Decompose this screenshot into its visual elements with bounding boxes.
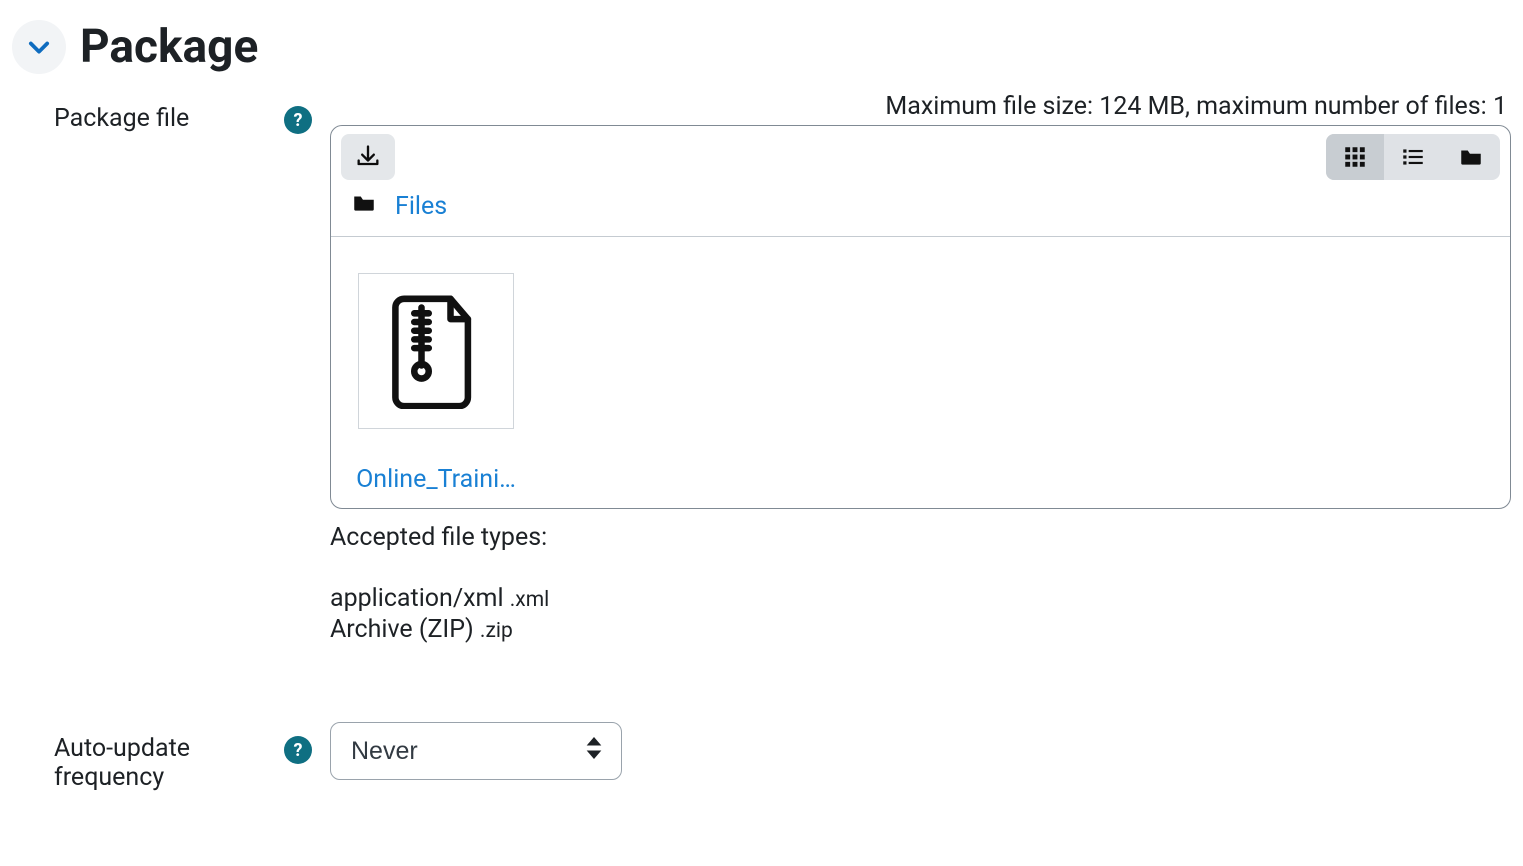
accepted-type-row: application/xml .xml xyxy=(330,584,1511,613)
auto-update-row: Auto-update frequency ? Never xyxy=(0,714,1523,800)
auto-update-label-col: Auto-update frequency ? xyxy=(12,722,330,792)
grid-icon xyxy=(1342,144,1368,170)
package-file-label-col: Package file ? xyxy=(12,92,330,134)
file-area: Online_Traini… xyxy=(331,237,1510,508)
auto-update-field: Never xyxy=(330,722,1511,780)
accepted-type-label: Archive (ZIP) xyxy=(330,615,474,644)
file-thumbnail xyxy=(358,273,514,429)
file-name: Online_Traini… xyxy=(351,465,521,494)
help-icon[interactable]: ? xyxy=(284,736,312,764)
file-breadcrumb: Files xyxy=(331,186,1510,237)
file-toolbar xyxy=(331,126,1510,186)
list-icon xyxy=(1400,144,1426,170)
add-file-button[interactable] xyxy=(341,134,395,180)
auto-update-label: Auto-update frequency xyxy=(54,734,284,792)
section-header: Package xyxy=(0,0,1523,84)
chevron-down-icon xyxy=(25,33,53,61)
accepted-type-label: application/xml xyxy=(330,584,504,613)
auto-update-select-wrap: Never xyxy=(330,722,622,780)
breadcrumb-root-link[interactable]: Files xyxy=(395,192,447,221)
accepted-type-row: Archive (ZIP) .zip xyxy=(330,615,1511,644)
accepted-type-ext: .xml xyxy=(510,588,549,612)
view-folder-button[interactable] xyxy=(1442,134,1500,180)
section-toggle-button[interactable] xyxy=(12,20,66,74)
file-item[interactable]: Online_Traini… xyxy=(351,273,521,494)
help-icon[interactable]: ? xyxy=(284,106,312,134)
folder-icon xyxy=(1458,144,1484,170)
accepted-types-label: Accepted file types: xyxy=(330,523,1511,552)
auto-update-select[interactable]: Never xyxy=(330,722,622,780)
zip-file-icon xyxy=(388,293,484,409)
accepted-types-block: Accepted file types: application/xml .xm… xyxy=(330,523,1511,644)
package-file-field: Maximum file size: 124 MB, maximum numbe… xyxy=(330,92,1511,646)
package-file-row: Package file ? Maximum file size: 124 MB… xyxy=(0,84,1523,654)
view-list-button[interactable] xyxy=(1384,134,1442,180)
download-icon xyxy=(354,143,382,171)
folder-icon xyxy=(351,190,377,222)
view-mode-group xyxy=(1326,134,1500,180)
section-title: Package xyxy=(80,20,258,74)
accepted-type-ext: .zip xyxy=(480,619,513,643)
package-file-label: Package file xyxy=(54,104,189,133)
file-limits-text: Maximum file size: 124 MB, maximum numbe… xyxy=(330,92,1511,121)
file-manager: Files xyxy=(330,125,1511,509)
view-grid-button[interactable] xyxy=(1326,134,1384,180)
